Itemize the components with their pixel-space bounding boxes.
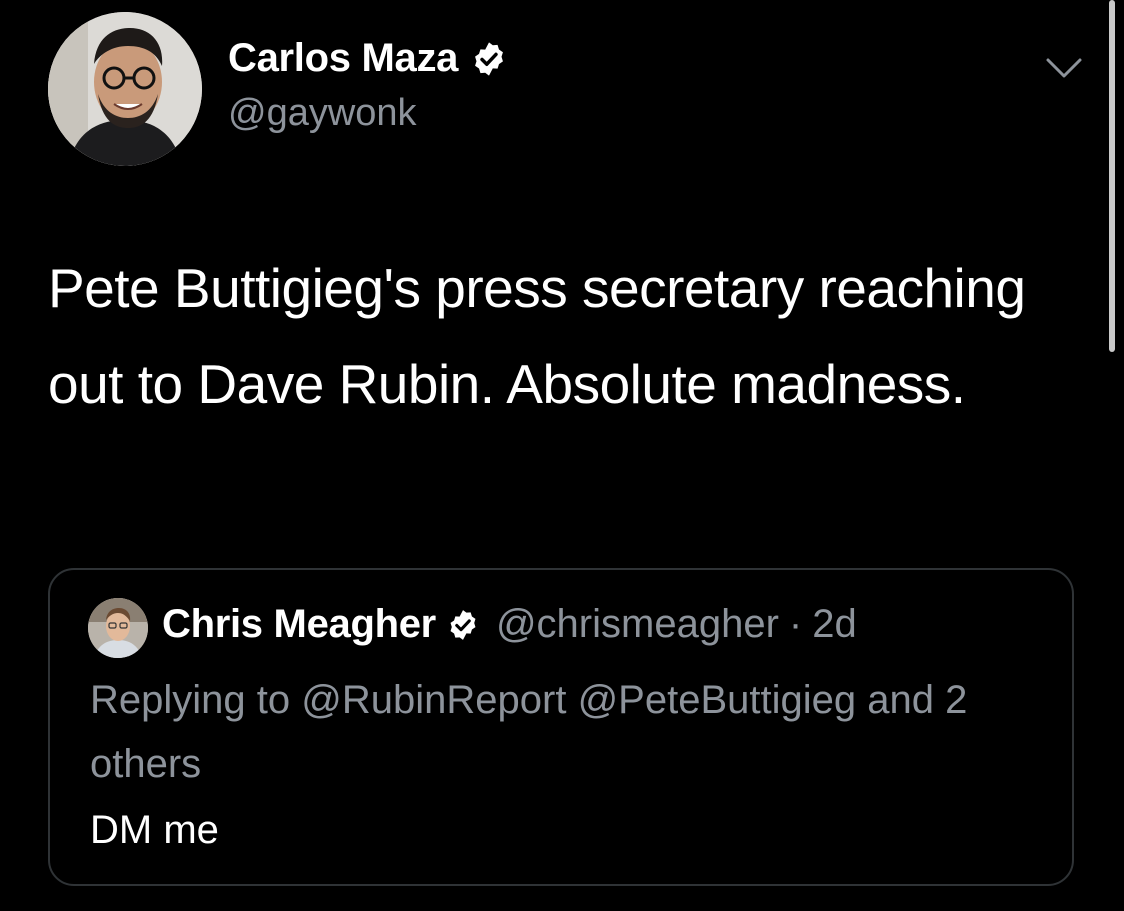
mention-petebuttigieg[interactable]: @PeteButtigieg xyxy=(578,678,857,722)
scrollbar[interactable] xyxy=(1109,0,1115,352)
replying-to-line: Replying to @RubinReport @PeteButtigieg … xyxy=(90,668,1030,796)
author-name[interactable]: Carlos Maza xyxy=(228,36,458,81)
quoted-author-avatar-image xyxy=(88,598,148,658)
author-name-row[interactable]: Carlos Maza xyxy=(228,36,508,81)
author-avatar-image xyxy=(48,12,202,166)
replying-to-label: Replying to xyxy=(90,678,291,722)
quoted-tweet-text: DM me xyxy=(90,808,219,852)
author-handle[interactable]: @gaywonk xyxy=(228,92,417,135)
quoted-author-handle[interactable]: @chrismeagher xyxy=(496,602,779,647)
mention-rubinreport[interactable]: @RubinReport xyxy=(301,678,566,722)
quoted-tweet-header: Chris Meagher @chrismeagher · 2d xyxy=(162,602,857,647)
separator-dot: · xyxy=(788,602,803,646)
tweet: Carlos Maza @gaywonk Pete Buttigieg's pr… xyxy=(0,0,1124,911)
verified-badge-icon xyxy=(470,40,508,78)
quoted-author-avatar[interactable] xyxy=(88,598,148,658)
chevron-down-icon[interactable] xyxy=(1044,54,1084,82)
author-avatar[interactable] xyxy=(48,12,202,166)
quoted-tweet-card[interactable]: Chris Meagher @chrismeagher · 2d Replyin… xyxy=(48,568,1074,886)
quoted-tweet-timestamp[interactable]: 2d xyxy=(812,602,857,647)
quoted-author-name[interactable]: Chris Meagher xyxy=(162,602,436,647)
tweet-text: Pete Buttigieg's press secretary reachin… xyxy=(48,257,1026,415)
verified-badge-icon xyxy=(446,608,480,642)
